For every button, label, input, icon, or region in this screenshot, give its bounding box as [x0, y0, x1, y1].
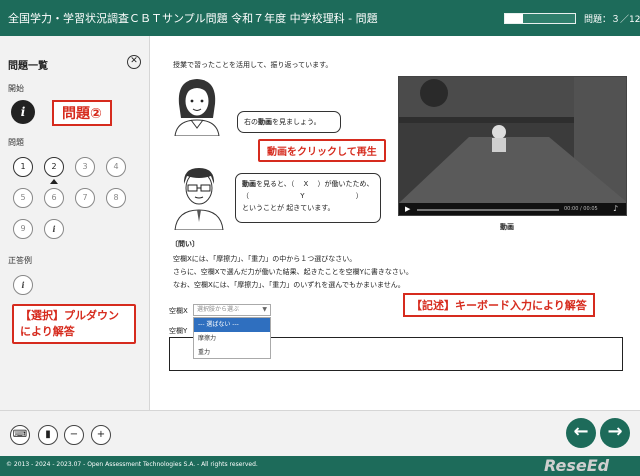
copyright-text: © 2013 - 2024 - 2023.07 - Open Assessmen… — [6, 461, 258, 468]
answer-example-button[interactable]: i — [13, 275, 33, 295]
question-5-button[interactable]: 5 — [13, 188, 33, 208]
current-question-marker — [50, 179, 58, 184]
video-seek-bar[interactable] — [417, 209, 559, 211]
question-counter: 問題：３／12 — [584, 15, 640, 25]
question-9-button[interactable]: 9 — [13, 219, 33, 239]
video-player[interactable]: ▶ 00:00 / 00:05 ♪ — [398, 76, 627, 216]
question-line-3: なお、空欄Xには、「摩擦力」、「重力」のいずれを選んでもかまいません。 — [173, 281, 405, 289]
intro-text: 授業で習ったことを活用して、振り返っています。 — [173, 61, 333, 69]
student-girl-illustration — [174, 79, 220, 136]
dropdown-option[interactable]: 摩擦力 — [194, 332, 270, 346]
question-8-button[interactable]: 8 — [106, 188, 126, 208]
question-7-button[interactable]: 7 — [75, 188, 95, 208]
blank-x-select[interactable]: 選択肢から選ぶ ▼ — [193, 304, 271, 316]
zoom-in-icon[interactable]: + — [91, 425, 111, 445]
bubble1-bold: 動画 — [258, 118, 272, 126]
section-answers-label: 正答例 — [8, 256, 32, 265]
close-icon[interactable]: ✕ — [127, 55, 141, 69]
question-2-button[interactable]: 2 — [44, 157, 64, 177]
previous-button[interactable]: ← — [566, 418, 596, 448]
dropdown-option[interactable]: 重力 — [194, 346, 270, 360]
zoom-out-icon[interactable]: − — [64, 425, 84, 445]
question-6-button[interactable]: 6 — [44, 188, 64, 208]
video-caption: 動画 — [500, 223, 514, 231]
bubble2-line2: （ Y ） — [242, 192, 363, 200]
progress-fill — [505, 14, 523, 23]
speech-bubble-girl: 右の動画を見ましょう。 — [237, 111, 341, 133]
footer: © 2013 - 2024 - 2023.07 - Open Assessmen… — [0, 456, 640, 476]
section-start-label: 開始 — [8, 84, 24, 93]
question-list-panel: 問題一覧 ✕ 開始 i 問題 1 2 3 4 5 6 7 8 9 i 正答例 i — [0, 36, 150, 410]
callout-select: 【選択】プルダウン により解答 — [12, 304, 136, 344]
question-heading: 〔問い〕 — [171, 240, 199, 248]
screen-reader-icon[interactable]: ⌨ — [10, 425, 30, 445]
student-boy-illustration — [174, 168, 224, 230]
blank-y-label: 空欄Y — [169, 327, 188, 335]
site-logo: ReseEd — [544, 456, 610, 475]
music-icon[interactable]: ♪ — [613, 204, 618, 213]
next-button[interactable]: → — [600, 418, 630, 448]
bubble1-pre: 右の — [244, 118, 258, 126]
bubble2-bold: 動画 — [242, 180, 256, 188]
question-line-1: 空欄Xには、「摩擦力」、「重力」の中から１つ選びなさい。 — [173, 255, 357, 263]
top-bar: 全国学力・学習状況調査ＣＢＴサンプル問題 令和７年度 中学校理科 - 問題 問題… — [0, 0, 640, 36]
dropdown-option[interactable]: --- 選ばない --- — [194, 318, 270, 332]
bubble2-line3: ということが 起きています。 — [242, 204, 335, 212]
question-content: 授業で習ったことを活用して、振り返っています。 右の動画を見ましょう。 動画を見… — [151, 36, 640, 410]
bottom-toolbar: ⌨ ▮ − + ← → — [0, 410, 640, 456]
select-placeholder: 選択肢から選ぶ — [197, 306, 240, 313]
question-1-button[interactable]: 1 — [13, 157, 33, 177]
arrow-right-icon: → — [607, 421, 623, 442]
question-line-2: さらに、空欄Xで選んだ力が働いた結果、起きたことを空欄Yに書きなさい。 — [173, 268, 413, 276]
bubble1-post: を見ましょう。 — [272, 118, 321, 126]
info-icon[interactable]: i — [11, 100, 35, 124]
play-icon[interactable]: ▶ — [405, 205, 410, 213]
chevron-down-icon: ▼ — [262, 306, 267, 313]
page-title: 全国学力・学習状況調査ＣＢＴサンプル問題 令和７年度 中学校理科 - 問題 — [8, 12, 378, 25]
bubble2-line1: を見ると、（ X ）が働いたため、 — [256, 180, 374, 188]
section-questions-label: 問題 — [8, 138, 24, 147]
question-info-button[interactable]: i — [44, 219, 64, 239]
video-frame — [399, 77, 626, 203]
question-list-title: 問題一覧 — [8, 61, 48, 72]
question-4-button[interactable]: 4 — [106, 157, 126, 177]
callout-mondai: 問題② — [52, 100, 112, 126]
progress-bar — [504, 13, 576, 24]
callout-keyboard: 【記述】キーボード入力により解答 — [403, 293, 595, 317]
callout-video: 動画をクリックして再生 — [258, 139, 386, 162]
question-3-button[interactable]: 3 — [75, 157, 95, 177]
blank-x-dropdown-list[interactable]: --- 選ばない --- 摩擦力 重力 — [193, 317, 271, 359]
bookmark-icon[interactable]: ▮ — [38, 425, 58, 445]
speech-bubble-boy: 動画を見ると、（ X ）が働いたため、 （ Y ） ということが 起きています。 — [235, 173, 381, 223]
blank-x-label: 空欄X — [169, 307, 188, 315]
video-time: 00:00 / 00:05 — [564, 206, 598, 212]
video-controls: ▶ 00:00 / 00:05 ♪ — [399, 203, 626, 215]
arrow-left-icon: ← — [573, 421, 589, 442]
